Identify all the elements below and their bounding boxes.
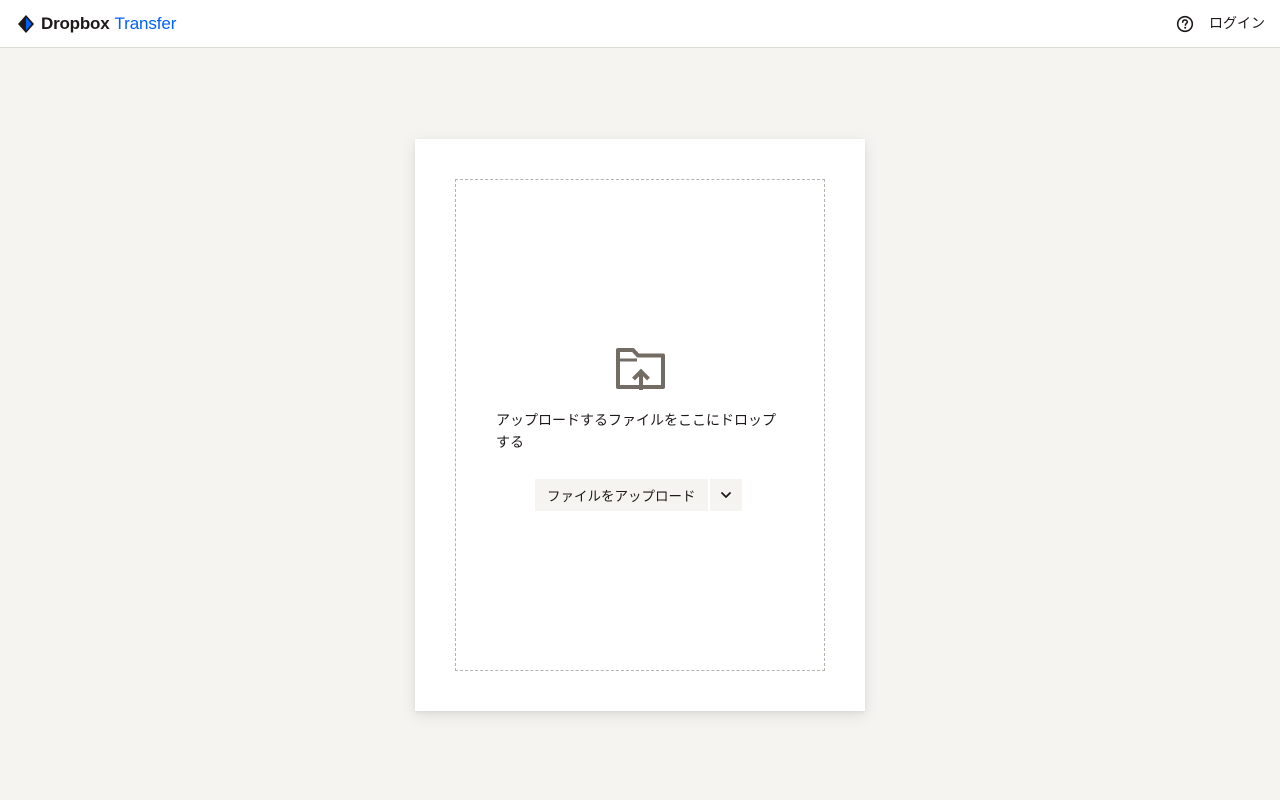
- help-icon[interactable]: [1175, 14, 1195, 34]
- drop-instruction: アップロードするファイルをここにドロップする: [496, 413, 776, 451]
- brand-logo-link[interactable]: Dropbox Transfer: [17, 13, 176, 35]
- top-bar: Dropbox Transfer ログイン: [0, 0, 1280, 48]
- chevron-down-icon: [720, 492, 731, 498]
- login-link[interactable]: ログイン: [1209, 14, 1265, 34]
- upload-button-group: ファイルをアップロード: [535, 479, 742, 511]
- upload-options-dropdown[interactable]: [709, 479, 742, 511]
- file-drop-zone[interactable]: アップロードするファイルをここにドロップする ファイルをアップロード: [455, 179, 825, 671]
- folder-upload-icon: [615, 346, 667, 392]
- brand-name: Dropbox: [41, 14, 110, 33]
- dropbox-logo-icon: [17, 15, 35, 33]
- upload-card: アップロードするファイルをここにドロップする ファイルをアップロード: [415, 139, 865, 711]
- brand-product: Transfer: [114, 14, 177, 33]
- upload-files-button[interactable]: ファイルをアップロード: [535, 479, 708, 511]
